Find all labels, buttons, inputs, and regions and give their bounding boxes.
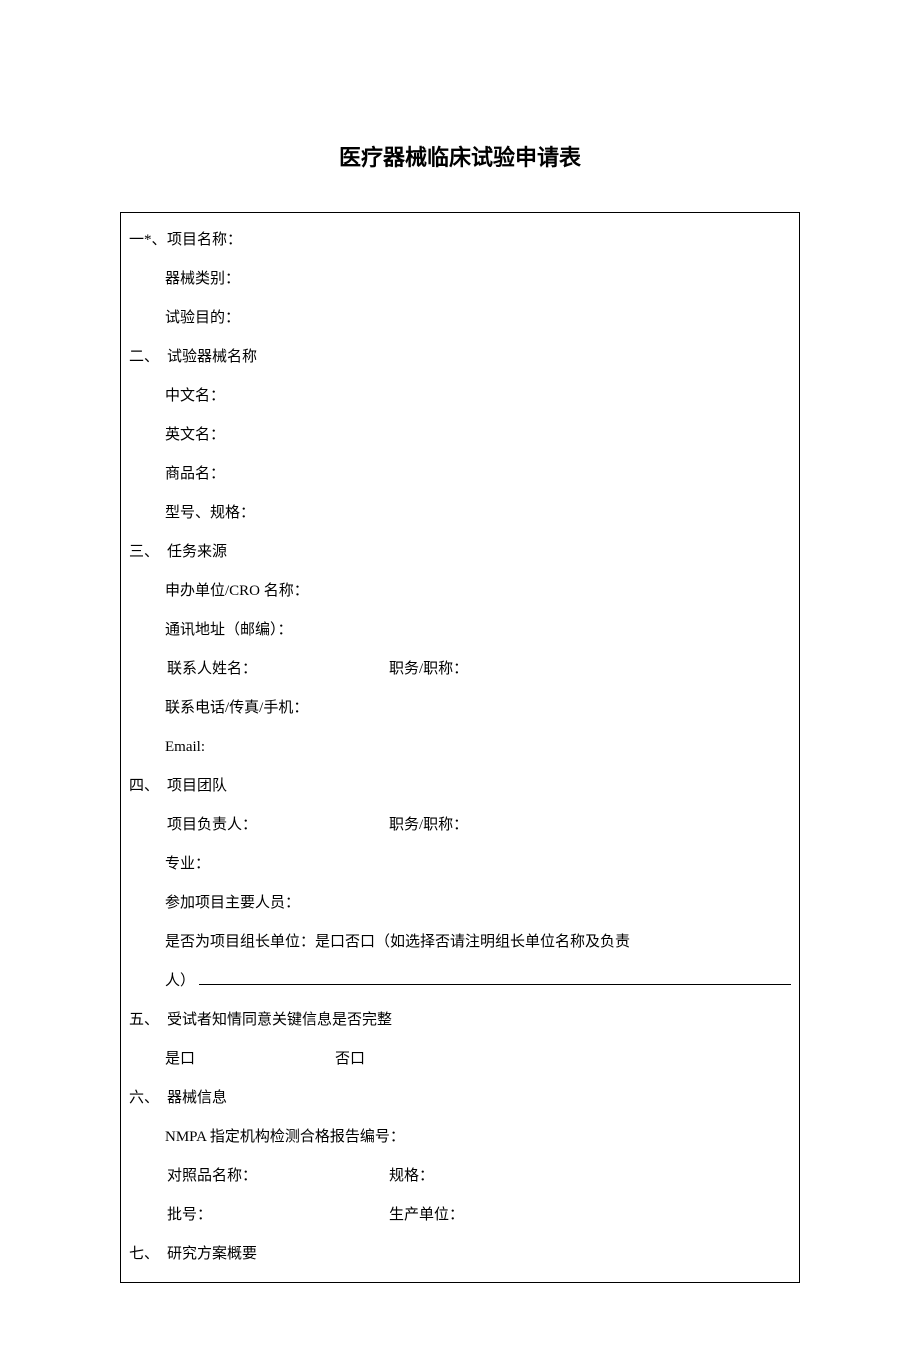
section-4-num: 四、 <box>129 767 167 806</box>
section-3-header: 三、 任务来源 <box>127 533 793 572</box>
field-device-category: 器械类别： <box>127 260 793 299</box>
section-6-num: 六、 <box>129 1079 167 1118</box>
row-lead-unit-fill: 人） <box>127 962 793 1001</box>
section-1-num: 一*、 <box>129 221 167 260</box>
section-1-title: 项目名称： <box>167 221 242 260</box>
field-sponsor-cro: 申办单位/CRO 名称： <box>127 572 793 611</box>
section-5-title: 受试者知情同意关键信息是否完整 <box>167 1001 392 1040</box>
field-chinese-name: 中文名： <box>127 377 793 416</box>
section-4-header: 四、 项目团队 <box>127 767 793 806</box>
field-model-spec: 型号、规格： <box>127 494 793 533</box>
field-test-purpose: 试验目的： <box>127 299 793 338</box>
section-6-header: 六、 器械信息 <box>127 1079 793 1118</box>
section-6-title: 器械信息 <box>167 1079 227 1118</box>
section-4-title: 项目团队 <box>167 767 227 806</box>
field-manufacturer: 生产单位： <box>389 1196 791 1235</box>
row-contact-name: 联系人姓名： 职务/职称： <box>127 650 793 689</box>
section-5-num: 五、 <box>129 1001 167 1040</box>
row-consent-options: 是口 否口 <box>127 1040 793 1079</box>
field-is-lead-unit: 是否为项目组长单位：是口否口（如选择否请注明组长单位名称及负责 <box>127 923 793 962</box>
field-english-name: 英文名： <box>127 416 793 455</box>
field-trade-name: 商品名： <box>127 455 793 494</box>
section-3-title: 任务来源 <box>167 533 227 572</box>
field-project-leader: 项目负责人： <box>167 806 389 845</box>
field-position-title-1: 职务/职称： <box>389 650 791 689</box>
field-nmpa-report: NMPA 指定机构检测合格报告编号： <box>127 1118 793 1157</box>
form-title: 医疗器械临床试验申请表 <box>120 140 800 172</box>
underline-fill[interactable] <box>199 984 791 985</box>
row-project-leader: 项目负责人： 职务/职称： <box>127 806 793 845</box>
field-contact-name: 联系人姓名： <box>167 650 389 689</box>
field-main-personnel: 参加项目主要人员： <box>127 884 793 923</box>
section-5-header: 五、 受试者知情同意关键信息是否完整 <box>127 1001 793 1040</box>
row-control-name: 对照品名称： 规格： <box>127 1157 793 1196</box>
section-1-header: 一*、 项目名称： <box>127 221 793 260</box>
field-phone-fax: 联系电话/传真/手机： <box>127 689 793 728</box>
field-spec: 规格： <box>389 1157 791 1196</box>
section-7-title: 研究方案概要 <box>167 1235 257 1274</box>
page-container: 医疗器械临床试验申请表 一*、 项目名称： 器械类别： 试验目的： 二、 试验器… <box>0 0 920 1363</box>
field-control-name: 对照品名称： <box>167 1157 389 1196</box>
field-responsible-person: 人） <box>165 962 195 1001</box>
field-email: Email: <box>127 728 793 767</box>
option-no[interactable]: 否口 <box>335 1040 365 1079</box>
section-2-header: 二、 试验器械名称 <box>127 338 793 377</box>
form-box: 一*、 项目名称： 器械类别： 试验目的： 二、 试验器械名称 中文名： 英文名… <box>120 212 800 1283</box>
section-2-title: 试验器械名称 <box>167 338 257 377</box>
section-7-num: 七、 <box>129 1235 167 1274</box>
section-7-header: 七、 研究方案概要 <box>127 1235 793 1274</box>
field-address: 通讯地址（邮编）： <box>127 611 793 650</box>
field-batch-number: 批号： <box>167 1196 389 1235</box>
section-2-num: 二、 <box>129 338 167 377</box>
section-3-num: 三、 <box>129 533 167 572</box>
field-specialty: 专业： <box>127 845 793 884</box>
field-position-title-2: 职务/职称： <box>389 806 791 845</box>
option-yes[interactable]: 是口 <box>165 1040 335 1079</box>
row-batch: 批号： 生产单位： <box>127 1196 793 1235</box>
